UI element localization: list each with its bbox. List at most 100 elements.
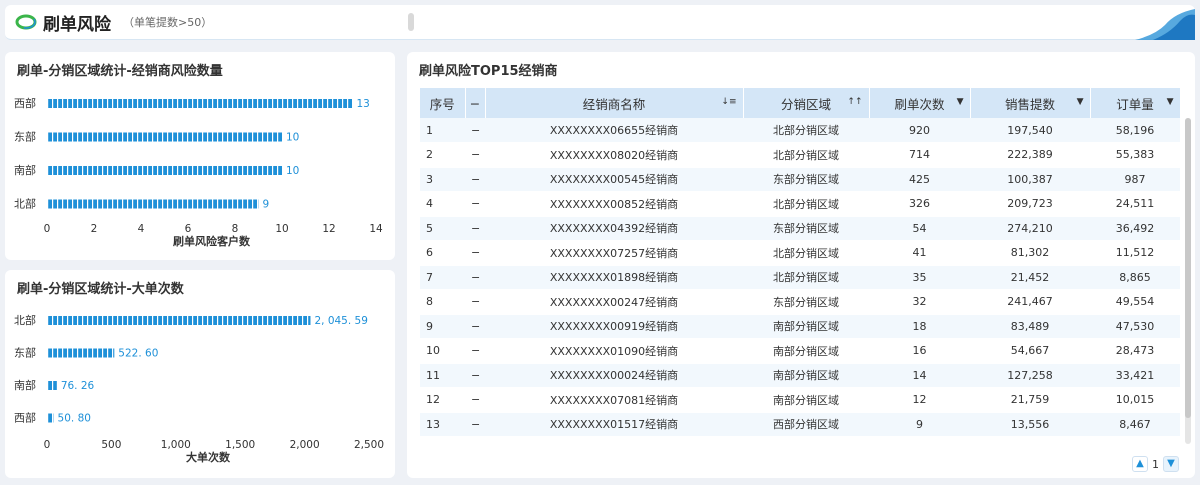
page-subtitle: （单笔提数>50） <box>123 16 213 29</box>
table-row[interactable]: 1− XXXXXXXX06655经销商 北部分销区域 920 197,540 58,196 <box>420 118 1180 143</box>
prev-page-button[interactable]: ▲ <box>1132 456 1148 472</box>
table-row[interactable]: 10− XXXXXXXX01090经销商 南部分销区域 16 54,667 28,473 <box>420 338 1180 364</box>
x-axis-label: 大单次数 <box>186 450 231 464</box>
cell-dash[interactable]: − <box>465 412 485 437</box>
cell-dash[interactable]: − <box>465 167 485 192</box>
x-axis-label: 刷单风险客户数 <box>173 234 251 248</box>
tick-label: 1,500 <box>225 439 255 451</box>
cell-seq: 12 <box>420 387 465 413</box>
pagination: ▲ 1 ▼ <box>1128 456 1183 472</box>
cell-count: 326 <box>869 191 970 217</box>
cell-name: XXXXXXXX08020经销商 <box>485 142 743 168</box>
table-row[interactable]: 11− XXXXXXXX00024经销商 南部分销区域 14 127,258 33,421 <box>420 363 1180 388</box>
page-header: 刷单风险 （单笔提数>50） <box>5 5 1195 40</box>
data-label: 9 <box>263 199 270 211</box>
col-header-name[interactable]: 经销商名称 ↓≡ <box>485 88 744 118</box>
cell-dash[interactable]: − <box>465 363 485 388</box>
table-scroll-area[interactable]: 序号 − 经销商名称 ↓≡ 分销区域 ↑↑ 刷单次数 ▼ 销售提数 ▼ 订单量 ▼ 1− X… <box>420 88 1183 443</box>
table-row[interactable]: 12− XXXXXXXX07081经销商 南部分销区域 12 21,759 10,015 <box>420 387 1180 413</box>
cell-name: XXXXXXXX07257经销商 <box>485 240 743 266</box>
data-label: 522. 60 <box>118 348 158 360</box>
cell-dash[interactable]: − <box>465 265 485 290</box>
col-header-seq[interactable]: 序号 <box>420 88 466 118</box>
cell-dash[interactable]: − <box>465 387 485 413</box>
dropdown-icon[interactable]: ▼ <box>1167 97 1174 107</box>
bar[interactable] <box>47 316 311 325</box>
cell-dash[interactable]: − <box>465 142 485 168</box>
cell-dash[interactable]: − <box>465 314 485 339</box>
table-body: 1− XXXXXXXX06655经销商 北部分销区域 920 197,540 58,196… <box>420 118 1180 437</box>
cell-dash[interactable]: − <box>465 216 485 241</box>
cell-dash[interactable]: − <box>465 338 485 364</box>
dropdown-icon[interactable]: ▼ <box>957 97 964 107</box>
cell-seq: 1 <box>420 118 465 143</box>
cell-orders: 28,473 <box>1090 338 1180 364</box>
cell-sales: 81,302 <box>970 240 1090 266</box>
next-page-button[interactable]: ▼ <box>1163 456 1179 472</box>
col-header-count[interactable]: 刷单次数 ▼ <box>869 88 971 118</box>
table-row[interactable]: 8− XXXXXXXX00247经销商 东部分销区域 32 241,467 49,554 <box>420 289 1180 315</box>
tick-label: 2 <box>91 223 98 235</box>
table-row[interactable]: 3− XXXXXXXX00545经销商 东部分销区域 425 100,387 987 <box>420 167 1180 192</box>
data-label: 10 <box>286 165 299 177</box>
cell-dash[interactable]: − <box>465 240 485 266</box>
cell-sales: 21,759 <box>970 387 1090 413</box>
cell-dash[interactable]: − <box>465 118 485 143</box>
risk-count-bar-chart: 西部 13 东部 10 南部 10 北部 9 0 2 4 6 8 10 12 14 刷单风险客户数 <box>14 96 383 248</box>
cell-seq: 5 <box>420 216 465 241</box>
cell-count: 35 <box>869 265 970 290</box>
cell-sales: 209,723 <box>970 191 1090 217</box>
tick-label: 10 <box>275 223 288 235</box>
col-header-region[interactable]: 分销区域 ↑↑ <box>743 88 870 118</box>
col-header-count-label: 刷单次数 <box>894 96 945 112</box>
cell-sales: 13,556 <box>970 412 1090 437</box>
tick-label: 500 <box>101 439 121 451</box>
cell-region: 北部分销区域 <box>743 265 869 290</box>
page-title: 刷单风险 <box>43 14 111 35</box>
sort-icon[interactable]: ↓≡ <box>721 97 736 107</box>
cell-orders: 49,554 <box>1090 289 1180 315</box>
cell-seq: 4 <box>420 191 465 217</box>
table-row[interactable]: 13− XXXXXXXX01517经销商 西部分销区域 9 13,556 8,467 <box>420 412 1180 437</box>
table-title: 刷单风险TOP15经销商 <box>419 64 558 79</box>
dropdown-icon[interactable]: ▼ <box>1077 97 1084 107</box>
top15-table-panel: 刷单风险TOP15经销商 序号 − 经销商名称 ↓≡ 分销区域 ↑↑ 刷单次数 ▼ 销… <box>407 52 1195 478</box>
cell-name: XXXXXXXX00247经销商 <box>485 289 743 315</box>
category-label: 南部 <box>14 163 36 177</box>
col-header-expand[interactable]: − <box>465 88 486 118</box>
current-page: 1 <box>1152 457 1159 471</box>
cell-dash[interactable]: − <box>465 289 485 315</box>
cell-name: XXXXXXXX00852经销商 <box>485 191 743 217</box>
cell-count: 920 <box>869 118 970 143</box>
cell-sales: 274,210 <box>970 216 1090 241</box>
tick-label: 2,000 <box>290 439 320 451</box>
cell-orders: 33,421 <box>1090 363 1180 388</box>
table-scrollbar-thumb[interactable] <box>1185 118 1191 418</box>
bar[interactable] <box>47 381 57 390</box>
cell-region: 北部分销区域 <box>743 240 869 266</box>
cell-seq: 6 <box>420 240 465 266</box>
sort-icon[interactable]: ↑↑ <box>847 97 862 107</box>
table-row[interactable]: 9− XXXXXXXX00919经销商 南部分销区域 18 83,489 47,530 <box>420 314 1180 339</box>
cell-region: 北部分销区域 <box>743 142 869 168</box>
cell-orders: 36,492 <box>1090 216 1180 241</box>
cell-region: 南部分销区域 <box>743 338 869 364</box>
table-row[interactable]: 5− XXXXXXXX04392经销商 东部分销区域 54 274,210 36,492 <box>420 216 1180 241</box>
cell-name: XXXXXXXX07081经销商 <box>485 387 743 413</box>
cell-seq: 2 <box>420 142 465 168</box>
cell-orders: 55,383 <box>1090 142 1180 168</box>
category-label: 西部 <box>14 96 36 110</box>
cell-sales: 222,389 <box>970 142 1090 168</box>
header-scroll-handle[interactable] <box>408 13 415 31</box>
col-header-sales[interactable]: 销售提数 ▼ <box>970 88 1091 118</box>
big-order-bar-chart: 北部 2, 045. 59 东部 522. 60 南部 76. 26 西部 50. 80 0 50… <box>14 313 384 464</box>
table-row[interactable]: 2− XXXXXXXX08020经销商 北部分销区域 714 222,389 55,383 <box>420 142 1180 168</box>
table-row[interactable]: 7− XXXXXXXX01898经销商 北部分销区域 35 21,452 8,865 <box>420 265 1180 290</box>
table-row[interactable]: 4− XXXXXXXX00852经销商 北部分销区域 326 209,723 24,511 <box>420 191 1180 217</box>
risk-count-chart-panel: 刷单-分销区域统计-经销商风险数量 西部 13 东部 10 南部 10 北部 9 0 2 4 6 8 10… <box>5 52 395 260</box>
table-row[interactable]: 6− XXXXXXXX07257经销商 北部分销区域 41 81,302 11,512 <box>420 240 1180 266</box>
tick-label: 12 <box>322 223 335 235</box>
cell-dash[interactable]: − <box>465 191 485 217</box>
col-header-orders[interactable]: 订单量 ▼ <box>1090 88 1181 118</box>
cell-region: 南部分销区域 <box>743 363 869 388</box>
